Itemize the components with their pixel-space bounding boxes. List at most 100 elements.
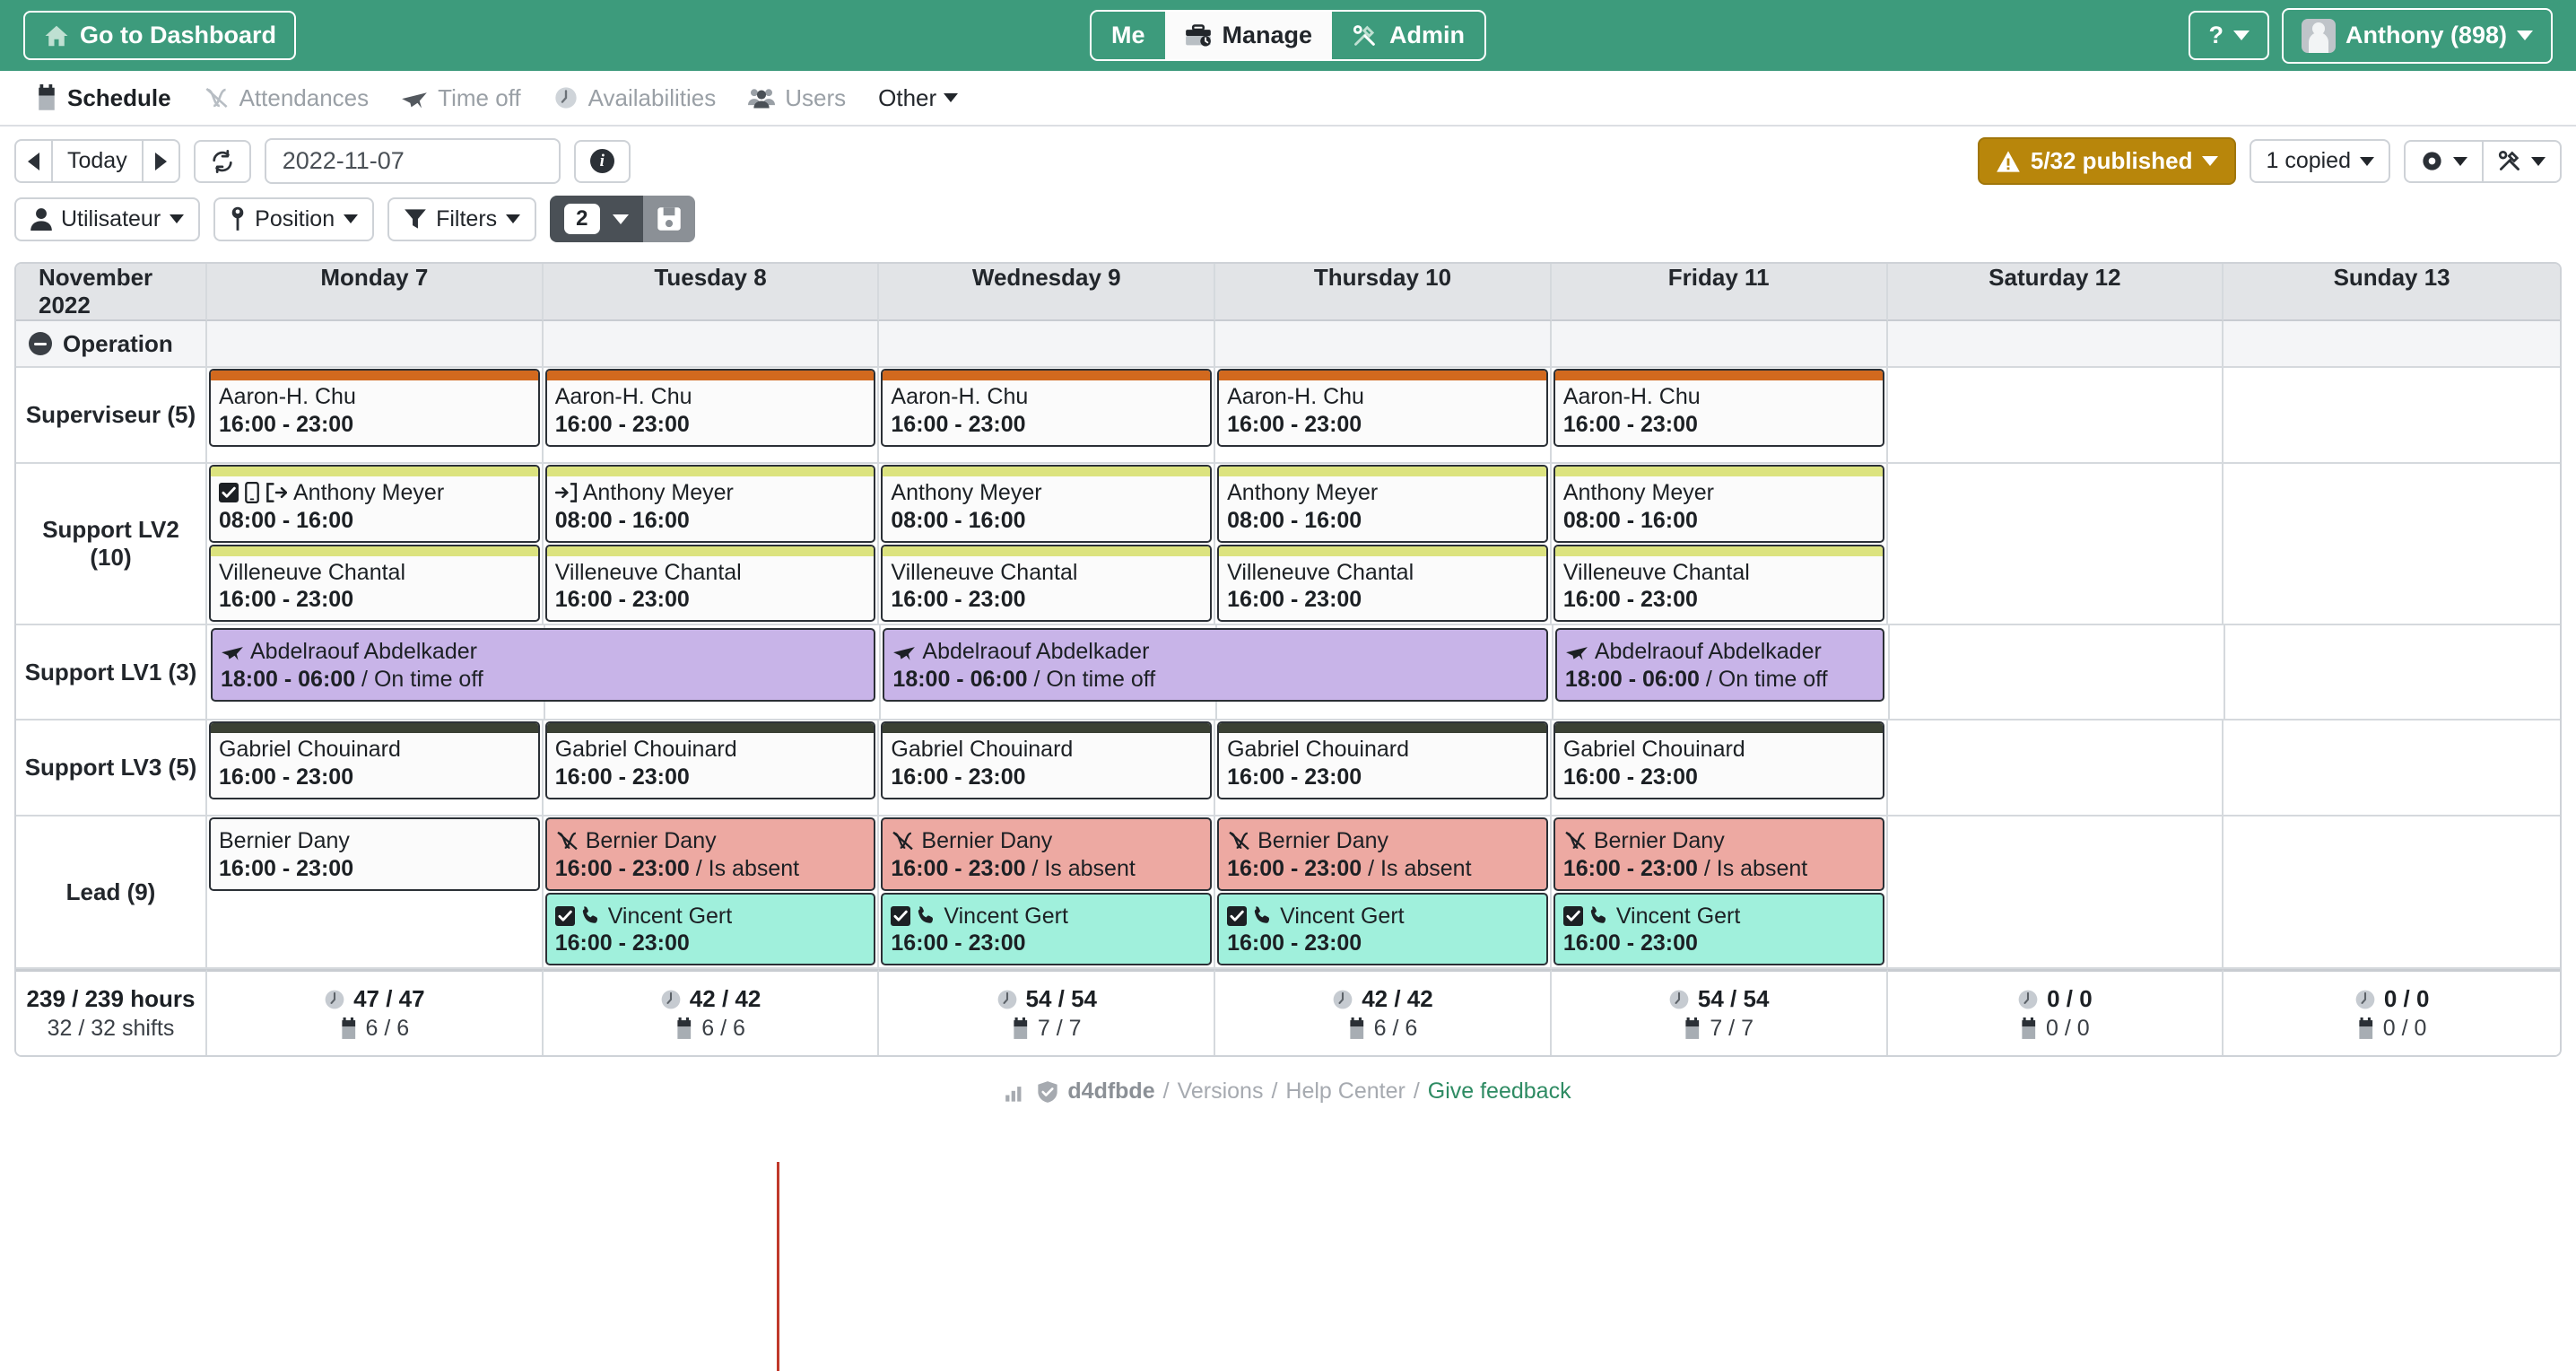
filters-button[interactable]: Filters	[387, 197, 536, 241]
day-column-header-monday[interactable]: Monday 7	[207, 264, 544, 321]
shift-card[interactable]: Villeneuve Chantal 16:00 - 23:00	[881, 545, 1212, 623]
schedule-cell[interactable]: Aaron-H. Chu 16:00 - 23:00	[879, 368, 1215, 464]
shift-card[interactable]: Abdelraouf Abdelkader 18:00 - 06:00 / On…	[1555, 628, 1884, 702]
schedule-cell[interactable]: Bernier Dany 16:00 - 23:00 / Is absent V…	[544, 816, 880, 969]
nav-item-schedule[interactable]: Schedule	[20, 84, 187, 112]
schedule-cell[interactable]: Anthony Meyer 08:00 - 16:00 Villeneuve C…	[207, 464, 544, 625]
versions-link[interactable]: Versions	[1178, 1078, 1264, 1105]
shift-card[interactable]: Aaron-H. Chu 16:00 - 23:00	[881, 369, 1212, 447]
copied-button[interactable]: 1 copied	[2250, 139, 2390, 183]
today-button[interactable]: Today	[53, 139, 144, 183]
help-center-link[interactable]: Help Center	[1285, 1078, 1405, 1105]
schedule-cell[interactable]	[2224, 464, 2560, 625]
shift-card[interactable]: Villeneuve Chantal 16:00 - 23:00	[1217, 545, 1548, 623]
shift-card[interactable]: Aaron-H. Chu 16:00 - 23:00	[209, 369, 540, 447]
segment-manage[interactable]: Manage	[1164, 12, 1332, 59]
schedule-cell[interactable]: Gabriel Chouinard 16:00 - 23:00	[207, 720, 544, 816]
tools-button[interactable]	[2484, 140, 2562, 183]
date-input[interactable]: 2022-11-07	[265, 138, 561, 184]
shift-card[interactable]: Anthony Meyer 08:00 - 16:00	[881, 465, 1212, 543]
shift-card[interactable]: Anthony Meyer 08:00 - 16:00	[1217, 465, 1548, 543]
schedule-cell[interactable]: Gabriel Chouinard 16:00 - 23:00	[544, 720, 880, 816]
shift-card[interactable]: Anthony Meyer 08:00 - 16:00	[1553, 465, 1884, 543]
visibility-button[interactable]	[2404, 140, 2484, 183]
shift-card[interactable]: Bernier Dany 16:00 - 23:00	[209, 817, 540, 891]
nav-item-other[interactable]: Other	[862, 84, 974, 112]
schedule-cell[interactable]: Aaron-H. Chu 16:00 - 23:00	[544, 368, 880, 464]
nav-item-time-off[interactable]: Time off	[385, 84, 536, 112]
schedule-cell[interactable]: Gabriel Chouinard 16:00 - 23:00	[879, 720, 1215, 816]
day-column-header-tuesday[interactable]: Tuesday 8	[544, 264, 880, 321]
shift-card[interactable]: Abdelraouf Abdelkader 18:00 - 06:00 / On…	[883, 628, 1547, 702]
schedule-cell[interactable]: Bernier Dany 16:00 - 23:00 / Is absent V…	[1552, 816, 1888, 969]
shift-card[interactable]: Bernier Dany 16:00 - 23:00 / Is absent	[545, 817, 876, 891]
shift-card[interactable]: Gabriel Chouinard 16:00 - 23:00	[881, 721, 1212, 799]
schedule-cell[interactable]	[1888, 816, 2224, 969]
refresh-button[interactable]	[194, 140, 251, 183]
shift-card[interactable]: Anthony Meyer 08:00 - 16:00	[545, 465, 876, 543]
schedule-cell[interactable]: Bernier Dany 16:00 - 23:00	[207, 816, 544, 969]
info-button[interactable]: i	[574, 140, 631, 183]
shift-card[interactable]: Bernier Dany 16:00 - 23:00 / Is absent	[1217, 817, 1548, 891]
shift-card[interactable]: Villeneuve Chantal 16:00 - 23:00	[545, 545, 876, 623]
shift-card[interactable]: Abdelraouf Abdelkader 18:00 - 06:00 / On…	[211, 628, 875, 702]
shift-card[interactable]: Villeneuve Chantal 16:00 - 23:00	[1553, 545, 1884, 623]
shift-card[interactable]: Aaron-H. Chu 16:00 - 23:00	[545, 369, 876, 447]
nav-item-users[interactable]: Users	[732, 84, 862, 112]
schedule-cell[interactable]: Bernier Dany 16:00 - 23:00 / Is absent V…	[879, 816, 1215, 969]
schedule-cell[interactable]	[1888, 720, 2224, 816]
schedule-cell[interactable]: Anthony Meyer 08:00 - 16:00 Villeneuve C…	[1552, 464, 1888, 625]
help-menu-button[interactable]: ?	[2189, 11, 2269, 60]
shift-card[interactable]: Vincent Gert 16:00 - 23:00	[1553, 893, 1884, 966]
schedule-cell[interactable]: Aaron-H. Chu 16:00 - 23:00	[207, 368, 544, 464]
schedule-cell[interactable]: Anthony Meyer 08:00 - 16:00 Villeneuve C…	[544, 464, 880, 625]
schedule-cell[interactable]: Gabriel Chouinard 16:00 - 23:00	[1552, 720, 1888, 816]
schedule-cell[interactable]: Anthony Meyer 08:00 - 16:00 Villeneuve C…	[879, 464, 1215, 625]
shift-card[interactable]: Villeneuve Chantal 16:00 - 23:00	[209, 545, 540, 623]
shift-card[interactable]: Vincent Gert 16:00 - 23:00	[881, 893, 1212, 966]
shift-card[interactable]: Gabriel Chouinard 16:00 - 23:00	[1217, 721, 1548, 799]
nav-item-availabilities[interactable]: Availabilities	[537, 84, 733, 112]
day-column-header-friday[interactable]: Friday 11	[1552, 264, 1888, 321]
collapse-icon[interactable]	[29, 332, 52, 355]
shift-card[interactable]: Gabriel Chouinard 16:00 - 23:00	[209, 721, 540, 799]
user-menu-button[interactable]: Anthony (898)	[2282, 8, 2553, 64]
position-filter-button[interactable]: Position	[213, 197, 374, 241]
shift-span[interactable]: Abdelraouf Abdelkader 18:00 - 06:00 / On…	[881, 627, 1549, 686]
user-filter-button[interactable]: Utilisateur	[14, 197, 200, 241]
schedule-cell[interactable]: Anthony Meyer 08:00 - 16:00 Villeneuve C…	[1215, 464, 1552, 625]
day-column-header-wednesday[interactable]: Wednesday 9	[879, 264, 1215, 321]
saved-filters-button[interactable]: 2	[550, 196, 642, 242]
span-row-cell[interactable]: Abdelraouf Abdelkader 18:00 - 06:00 / On…	[207, 625, 2560, 720]
schedule-cell[interactable]: Bernier Dany 16:00 - 23:00 / Is absent V…	[1215, 816, 1552, 969]
shift-card[interactable]: Gabriel Chouinard 16:00 - 23:00	[1553, 721, 1884, 799]
schedule-cell[interactable]	[2224, 368, 2560, 464]
give-feedback-link[interactable]: Give feedback	[1428, 1078, 1571, 1105]
go-to-dashboard-button[interactable]: Go to Dashboard	[23, 11, 296, 60]
next-week-button[interactable]	[144, 139, 180, 183]
shift-card[interactable]: Gabriel Chouinard 16:00 - 23:00	[545, 721, 876, 799]
group-label-cell[interactable]: Operation	[16, 321, 207, 368]
schedule-cell[interactable]	[2224, 720, 2560, 816]
schedule-cell[interactable]: Aaron-H. Chu 16:00 - 23:00	[1552, 368, 1888, 464]
shift-card[interactable]: Vincent Gert 16:00 - 23:00	[1217, 893, 1548, 966]
shift-card[interactable]: Aaron-H. Chu 16:00 - 23:00	[1217, 369, 1548, 447]
day-column-header-saturday[interactable]: Saturday 12	[1888, 264, 2224, 321]
schedule-cell[interactable]	[2224, 816, 2560, 969]
segment-admin[interactable]: Admin	[1332, 12, 1484, 59]
shift-span[interactable]: Abdelraouf Abdelkader 18:00 - 06:00 / On…	[209, 627, 877, 686]
shift-card[interactable]: Anthony Meyer 08:00 - 16:00	[209, 465, 540, 543]
nav-item-attendances[interactable]: Attendances	[187, 84, 386, 112]
save-filter-button[interactable]	[643, 196, 695, 242]
segment-me[interactable]: Me	[1092, 12, 1165, 59]
day-column-header-sunday[interactable]: Sunday 13	[2224, 264, 2560, 321]
shift-card[interactable]: Vincent Gert 16:00 - 23:00	[545, 893, 876, 966]
schedule-cell[interactable]	[1888, 464, 2224, 625]
shift-span[interactable]: Abdelraouf Abdelkader 18:00 - 06:00 / On…	[1553, 627, 1886, 686]
shift-card[interactable]: Bernier Dany 16:00 - 23:00 / Is absent	[881, 817, 1212, 891]
day-column-header-thursday[interactable]: Thursday 10	[1215, 264, 1552, 321]
schedule-cell[interactable]	[1888, 368, 2224, 464]
schedule-cell[interactable]: Aaron-H. Chu 16:00 - 23:00	[1215, 368, 1552, 464]
prev-week-button[interactable]	[14, 139, 53, 183]
shift-card[interactable]: Aaron-H. Chu 16:00 - 23:00	[1553, 369, 1884, 447]
